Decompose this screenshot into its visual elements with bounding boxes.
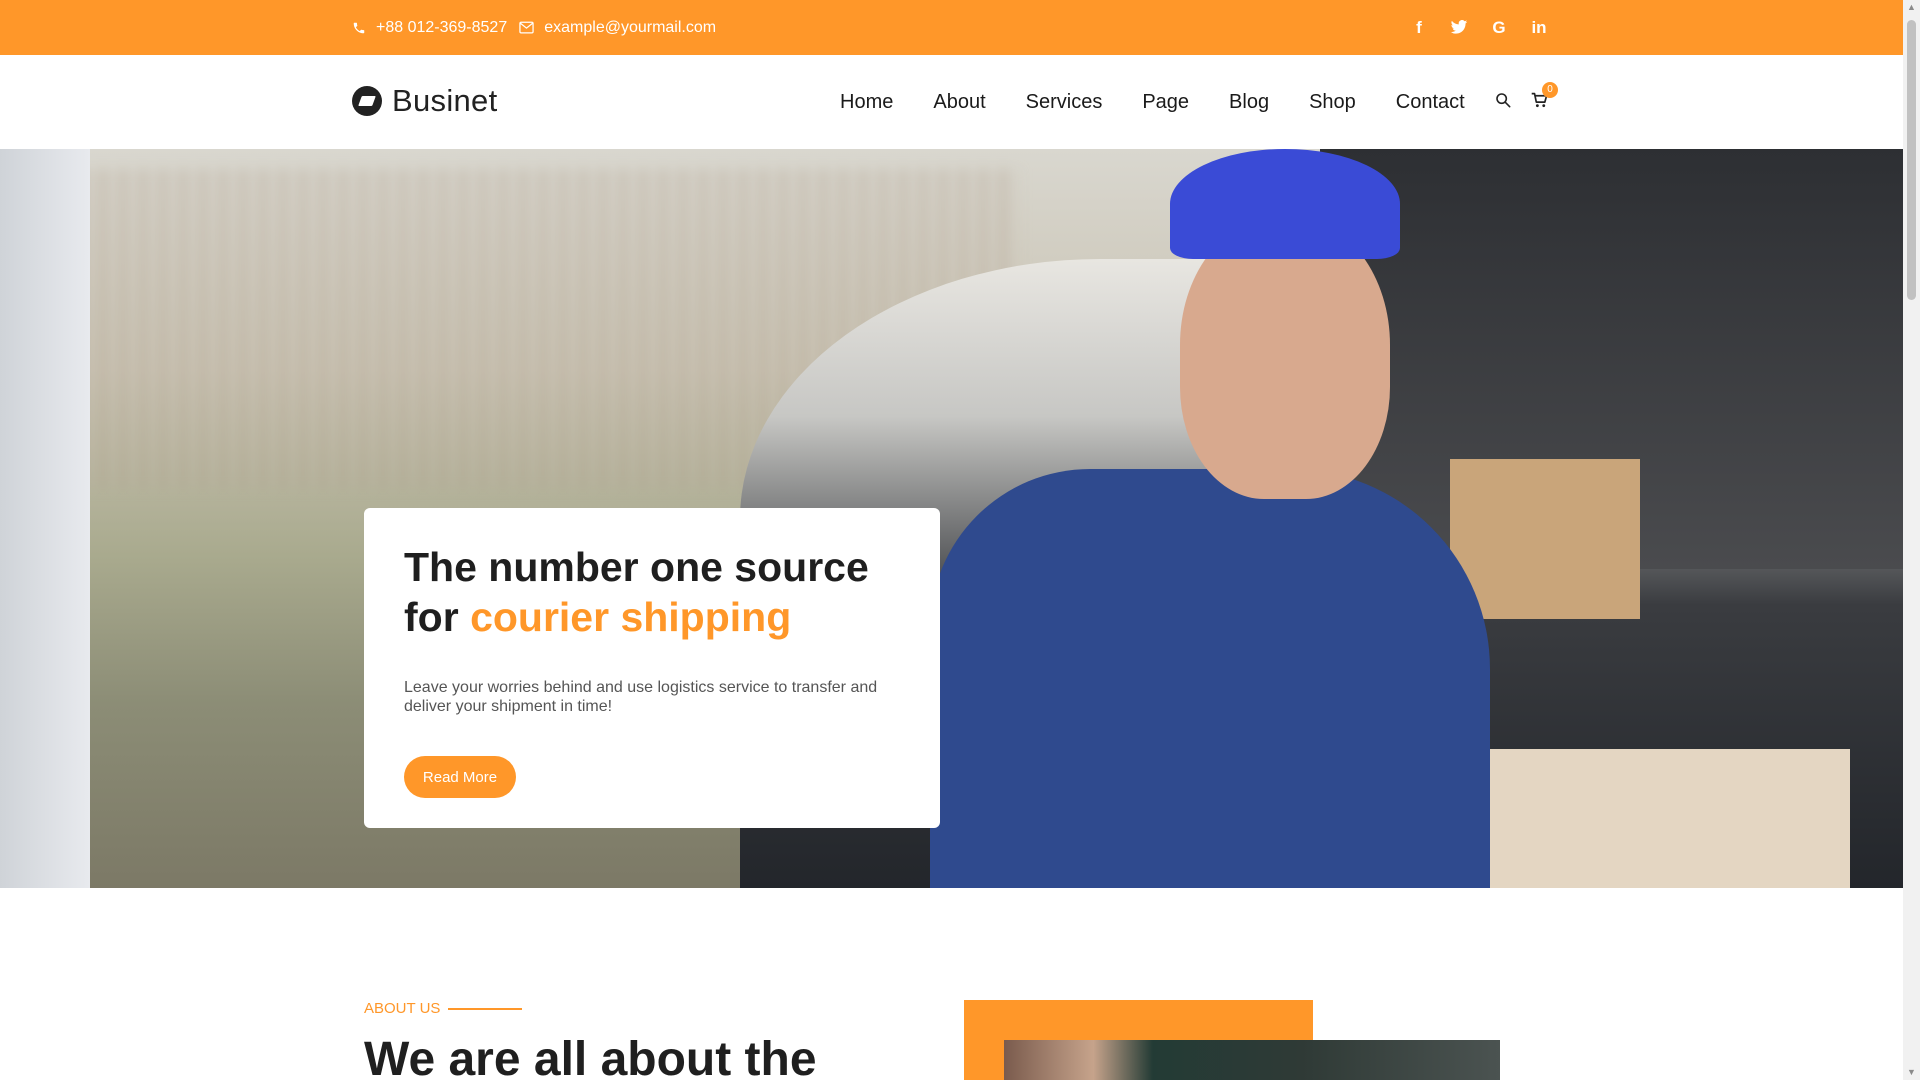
facebook-icon[interactable]: f (1410, 18, 1428, 37)
hero-title-line1: The number one source (404, 544, 869, 590)
logo-mark-icon (352, 86, 382, 116)
nav-shop[interactable]: Shop (1309, 91, 1356, 114)
nav-contact[interactable]: Contact (1396, 91, 1465, 114)
top-contact: +88 012-369-8527 example@yourmail.com (352, 0, 716, 55)
hero-description: Leave your worries behind and use logist… (404, 679, 878, 715)
courier-face (1180, 219, 1390, 499)
phone-item[interactable]: +88 012-369-8527 (352, 19, 507, 37)
about-label-line (448, 1007, 523, 1010)
nav-services[interactable]: Services (1026, 91, 1103, 114)
about-label: ABOUT US (364, 1000, 523, 1017)
header-icons: 0 (1495, 55, 1558, 149)
logo-text: Businet (392, 83, 498, 118)
courier-jacket (930, 469, 1490, 888)
cart-button[interactable]: 0 (1531, 81, 1558, 113)
hero-background-wall (0, 149, 90, 888)
google-icon[interactable]: G (1490, 18, 1508, 37)
about-title: We are all about the (364, 1033, 817, 1080)
phone-number: +88 012-369-8527 (376, 18, 508, 36)
top-bar: +88 012-369-8527 example@yourmail.com f … (0, 0, 1903, 55)
cart-count-badge: 0 (1542, 81, 1558, 98)
email-item[interactable]: example@yourmail.com (519, 19, 716, 37)
twitter-icon[interactable] (1450, 19, 1468, 37)
hero-title: The number one source for courier shippi… (404, 542, 900, 642)
hero-title-line2: for courier shipping (404, 592, 900, 642)
scroll-down-arrow-icon[interactable]: ▼ (1907, 1068, 1916, 1077)
nav-about[interactable]: About (933, 91, 985, 114)
courier-cap (1170, 149, 1400, 259)
nav-home[interactable]: Home (840, 91, 893, 114)
scroll-up-arrow-icon[interactable]: ▲ (1907, 3, 1916, 12)
nav-page[interactable]: Page (1142, 91, 1189, 114)
scrollbar-thumb[interactable] (1907, 20, 1916, 300)
nav-blog[interactable]: Blog (1229, 91, 1269, 114)
linkedin-icon[interactable]: in (1530, 18, 1548, 37)
main-nav: Home About Services Page Blog Shop Conta… (840, 55, 1465, 149)
site-logo[interactable]: Businet (352, 83, 498, 119)
social-links: f G in (1410, 0, 1548, 55)
hero-courier-image (930, 149, 1490, 888)
hero-title-accent: courier shipping (470, 594, 792, 640)
search-icon[interactable] (1495, 92, 1511, 113)
email-address: example@yourmail.com (544, 18, 717, 36)
about-label-text: ABOUT US (364, 1000, 441, 1017)
email-icon (519, 21, 534, 34)
main-header: Businet Home About Services Page Blog Sh… (0, 55, 1903, 149)
hero-card: The number one source for courier shippi… (364, 508, 940, 828)
page-scrollbar[interactable]: ▲ ▼ (1903, 0, 1920, 1080)
hero-banner: The number one source for courier shippi… (0, 149, 1903, 888)
about-image (1004, 1040, 1500, 1080)
hero-title-for: for (404, 594, 459, 640)
phone-icon (352, 21, 366, 35)
hero-box-image-2 (1470, 749, 1850, 888)
read-more-button[interactable]: Read More (404, 756, 516, 798)
